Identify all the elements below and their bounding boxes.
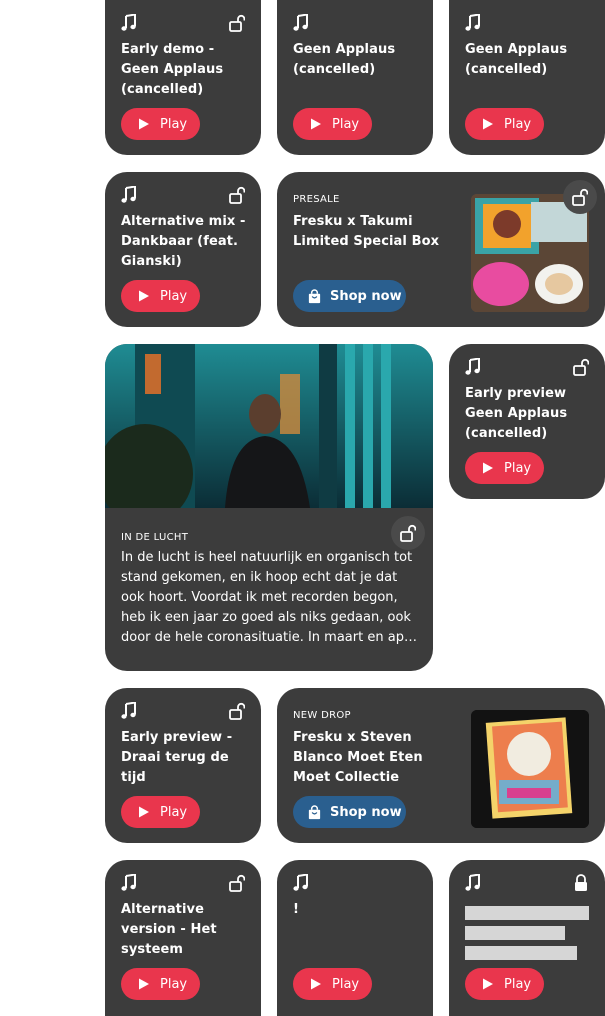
track-title: Geen Applaus (cancelled) bbox=[465, 42, 568, 77]
play-button[interactable]: Play bbox=[121, 796, 200, 828]
title-placeholder bbox=[465, 906, 589, 920]
track-card: Early demo - Geen Applaus (cancelled) Pl… bbox=[105, 0, 261, 155]
track-card: Early preview - Draai terug de tijd Play bbox=[105, 688, 261, 843]
track-card: Early preview Geen Applaus (cancelled) P… bbox=[449, 344, 605, 499]
track-title: Early preview Geen Applaus (cancelled) bbox=[465, 386, 568, 441]
product-label: NEW DROP bbox=[293, 710, 351, 721]
music-note-icon bbox=[465, 874, 481, 892]
unlock-icon-badge bbox=[391, 516, 425, 550]
track-card: Alternative version - Het systeem Play bbox=[105, 860, 261, 1016]
music-note-icon bbox=[121, 874, 137, 892]
track-title: Geen Applaus (cancelled) bbox=[293, 42, 396, 77]
shopping-bag-icon bbox=[307, 289, 322, 304]
unlock-icon bbox=[572, 188, 588, 206]
lock-icon bbox=[573, 874, 589, 892]
post-text: In de lucht is heel natuurlijk en organi… bbox=[121, 550, 417, 645]
track-title: Alternative mix - Dankbaar (feat. Giansk… bbox=[121, 214, 246, 269]
track-card: Geen Applaus (cancelled) Play bbox=[277, 0, 433, 155]
play-icon bbox=[138, 118, 150, 130]
play-button[interactable]: Play bbox=[293, 108, 372, 140]
track-card: Geen Applaus (cancelled) Play bbox=[449, 0, 605, 155]
post-card[interactable]: IN DE LUCHT In de lucht is heel natuurli… bbox=[105, 344, 433, 671]
play-button[interactable]: Play bbox=[121, 280, 200, 312]
product-card[interactable]: PRESALE Fresku x Takumi Limited Special … bbox=[277, 172, 605, 327]
product-image bbox=[471, 710, 589, 828]
shop-now-button[interactable]: Shop now bbox=[293, 280, 406, 312]
play-button[interactable]: Play bbox=[293, 968, 372, 1000]
unlock-icon bbox=[229, 186, 245, 204]
unlock-icon bbox=[229, 14, 245, 32]
play-icon bbox=[482, 118, 494, 130]
music-note-icon bbox=[465, 358, 481, 376]
play-button[interactable]: Play bbox=[121, 968, 200, 1000]
title-placeholder bbox=[465, 926, 565, 940]
music-note-icon bbox=[293, 14, 309, 32]
product-title: Fresku x Steven Blanco Moet Eten Moet Co… bbox=[293, 730, 423, 785]
music-note-icon bbox=[121, 14, 137, 32]
unlock-icon bbox=[573, 358, 589, 376]
shop-now-button[interactable]: Shop now bbox=[293, 796, 406, 828]
track-card: ! Play bbox=[277, 860, 433, 1016]
play-icon bbox=[310, 118, 322, 130]
post-label: IN DE LUCHT bbox=[121, 532, 189, 543]
play-button[interactable]: Play bbox=[465, 108, 544, 140]
play-icon bbox=[138, 290, 150, 302]
track-title: ! bbox=[293, 902, 300, 917]
music-note-icon bbox=[121, 186, 137, 204]
track-card: Play bbox=[449, 860, 605, 1016]
play-button[interactable]: Play bbox=[121, 108, 200, 140]
play-button[interactable]: Play bbox=[465, 452, 544, 484]
track-title: Early preview - Draai terug de tijd bbox=[121, 730, 233, 785]
product-card[interactable]: NEW DROP Fresku x Steven Blanco Moet Ete… bbox=[277, 688, 605, 843]
shopping-bag-icon bbox=[307, 805, 322, 820]
unlock-icon bbox=[229, 874, 245, 892]
track-title: Early demo - Geen Applaus (cancelled) bbox=[121, 42, 224, 97]
product-label: PRESALE bbox=[293, 194, 340, 205]
play-button[interactable]: Play bbox=[465, 968, 544, 1000]
product-title: Fresku x Takumi Limited Special Box bbox=[293, 214, 440, 249]
play-icon bbox=[310, 978, 322, 990]
track-title: Alternative version - Het systeem bbox=[121, 902, 217, 957]
play-icon bbox=[482, 978, 494, 990]
play-icon bbox=[138, 978, 150, 990]
music-note-icon bbox=[293, 874, 309, 892]
unlock-icon bbox=[229, 702, 245, 720]
post-image bbox=[105, 344, 433, 524]
music-note-icon bbox=[121, 702, 137, 720]
track-card: Alternative mix - Dankbaar (feat. Giansk… bbox=[105, 172, 261, 327]
music-note-icon bbox=[465, 14, 481, 32]
unlock-icon-badge bbox=[563, 180, 597, 214]
play-icon bbox=[138, 806, 150, 818]
play-icon bbox=[482, 462, 494, 474]
unlock-icon bbox=[400, 524, 416, 542]
title-placeholder bbox=[465, 946, 577, 960]
